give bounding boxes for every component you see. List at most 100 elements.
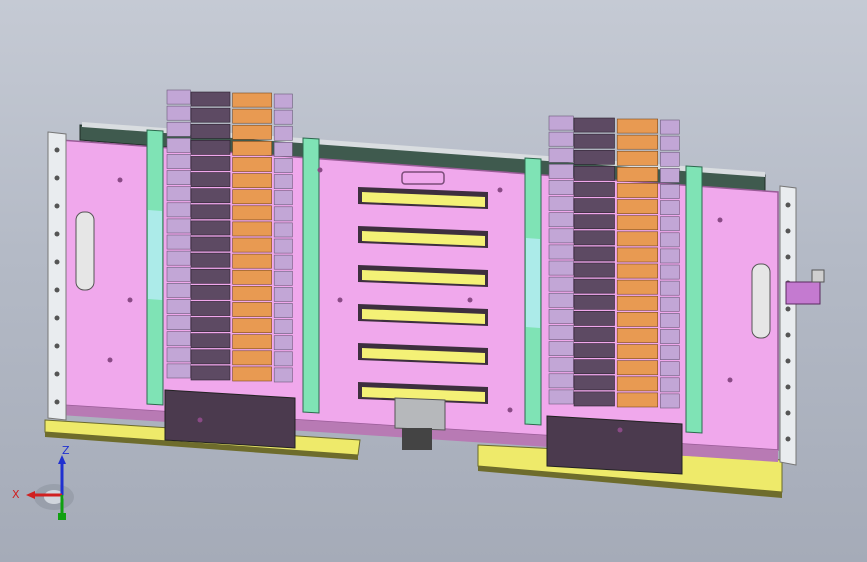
connector-latch bbox=[190, 285, 231, 300]
connector-orange bbox=[616, 118, 659, 134]
connector-pin-violet bbox=[273, 93, 293, 109]
connector-pin-violet bbox=[166, 89, 191, 105]
connector-latch bbox=[190, 268, 231, 284]
connector-latch bbox=[190, 188, 231, 204]
connector-pin-violet bbox=[660, 216, 680, 232]
connector-pin-violet bbox=[166, 331, 191, 347]
connector-latch bbox=[573, 359, 615, 375]
connector-orange bbox=[616, 344, 659, 359]
connector-pin-violet bbox=[166, 250, 191, 266]
connector-pin-violet bbox=[548, 164, 574, 179]
connector-orange bbox=[616, 392, 659, 408]
connector-orange bbox=[232, 173, 272, 188]
side-bar-green bbox=[302, 137, 320, 414]
connector-pin-violet bbox=[660, 361, 680, 377]
screw-hole bbox=[127, 297, 133, 303]
connector-pin-violet bbox=[660, 232, 680, 248]
connector-pin-violet bbox=[166, 105, 191, 121]
connector-pin-violet bbox=[660, 329, 680, 344]
screw-hole bbox=[467, 297, 473, 303]
connector-latch bbox=[190, 252, 231, 268]
connector-orange bbox=[232, 253, 272, 269]
connector-latch bbox=[190, 236, 231, 252]
coordinate-triad[interactable]: Z X Y bbox=[10, 445, 90, 530]
triad-graphic bbox=[26, 455, 74, 520]
connector-latch bbox=[190, 333, 231, 349]
connector-latch bbox=[573, 214, 615, 230]
connector-pin-violet bbox=[548, 147, 574, 163]
connector-orange bbox=[232, 318, 272, 333]
connector-latch bbox=[190, 220, 231, 236]
connector-orange bbox=[232, 157, 272, 172]
side-sensor-block bbox=[785, 281, 821, 305]
connector-pin-violet bbox=[273, 367, 293, 383]
connector-pin-violet bbox=[660, 184, 680, 199]
y-axis-arrow-icon bbox=[58, 513, 66, 520]
side-bar-cyan bbox=[526, 238, 540, 328]
side-bar-green bbox=[685, 165, 703, 434]
connector-latch bbox=[573, 198, 615, 213]
connector-pin-violet bbox=[548, 357, 574, 373]
screw-hole bbox=[507, 407, 513, 413]
connector-pin-violet bbox=[166, 218, 191, 234]
rail-hole bbox=[785, 202, 791, 208]
rail-hole bbox=[54, 259, 60, 265]
connector-pin-violet bbox=[660, 280, 680, 296]
connector-latch bbox=[190, 301, 231, 316]
connector-latch bbox=[573, 278, 615, 294]
connector-orange bbox=[232, 334, 272, 350]
rail-hole bbox=[54, 287, 60, 293]
connector-orange bbox=[616, 376, 659, 392]
connector-latch bbox=[573, 375, 615, 391]
connector-latch bbox=[573, 294, 615, 310]
connector-pin-violet bbox=[548, 389, 574, 405]
rail-hole bbox=[785, 358, 791, 364]
screw-hole bbox=[617, 427, 623, 433]
z-axis-label: Z bbox=[62, 444, 70, 457]
cad-viewport[interactable]: Z X Y bbox=[0, 0, 867, 562]
center-clamp-foot bbox=[402, 428, 432, 450]
connector-pin-violet bbox=[548, 115, 574, 131]
rail-hole bbox=[54, 343, 60, 349]
connector-latch bbox=[573, 117, 615, 133]
rail-hole bbox=[785, 254, 791, 260]
fixture-assembly-model[interactable] bbox=[0, 0, 867, 562]
connector-latch bbox=[573, 133, 615, 149]
connector-pin-violet bbox=[548, 244, 574, 260]
rail-hole bbox=[785, 384, 791, 390]
left-side-rail bbox=[47, 131, 67, 421]
rail-hole bbox=[785, 332, 791, 338]
connector-pin-violet bbox=[548, 373, 574, 389]
connector-pin-violet bbox=[548, 131, 574, 147]
connector-latch bbox=[190, 365, 231, 381]
rail-hole bbox=[54, 175, 60, 181]
connector-pin-violet bbox=[660, 313, 680, 328]
connector-orange bbox=[616, 199, 659, 214]
connector-latch bbox=[573, 149, 615, 165]
connector-tray bbox=[164, 389, 296, 449]
connector-tray bbox=[546, 415, 683, 475]
connector-pin-violet bbox=[273, 287, 293, 302]
connector-pin-violet bbox=[660, 151, 680, 167]
connector-pin-violet bbox=[273, 142, 293, 157]
connector-pin-violet bbox=[273, 174, 293, 189]
connector-orange bbox=[616, 167, 659, 182]
connector-pin-violet bbox=[166, 170, 191, 185]
connector-latch bbox=[190, 140, 231, 155]
connector-pin-violet bbox=[548, 341, 574, 356]
connector-pin-violet bbox=[548, 212, 574, 228]
connector-orange bbox=[616, 215, 659, 231]
center-clamp bbox=[394, 397, 446, 431]
connector-orange bbox=[232, 108, 272, 124]
connector-orange bbox=[232, 302, 272, 317]
connector-orange bbox=[232, 221, 272, 237]
right-side-rail bbox=[779, 185, 797, 466]
side-sensor-cap bbox=[811, 269, 825, 283]
connector-pin-violet bbox=[166, 234, 191, 250]
connector-orange bbox=[616, 360, 659, 376]
connector-pin-violet bbox=[548, 196, 574, 211]
connector-pin-violet bbox=[273, 254, 293, 270]
connector-pin-violet bbox=[166, 154, 191, 169]
connector-pin-violet bbox=[548, 228, 574, 244]
connector-pin-violet bbox=[166, 299, 191, 314]
